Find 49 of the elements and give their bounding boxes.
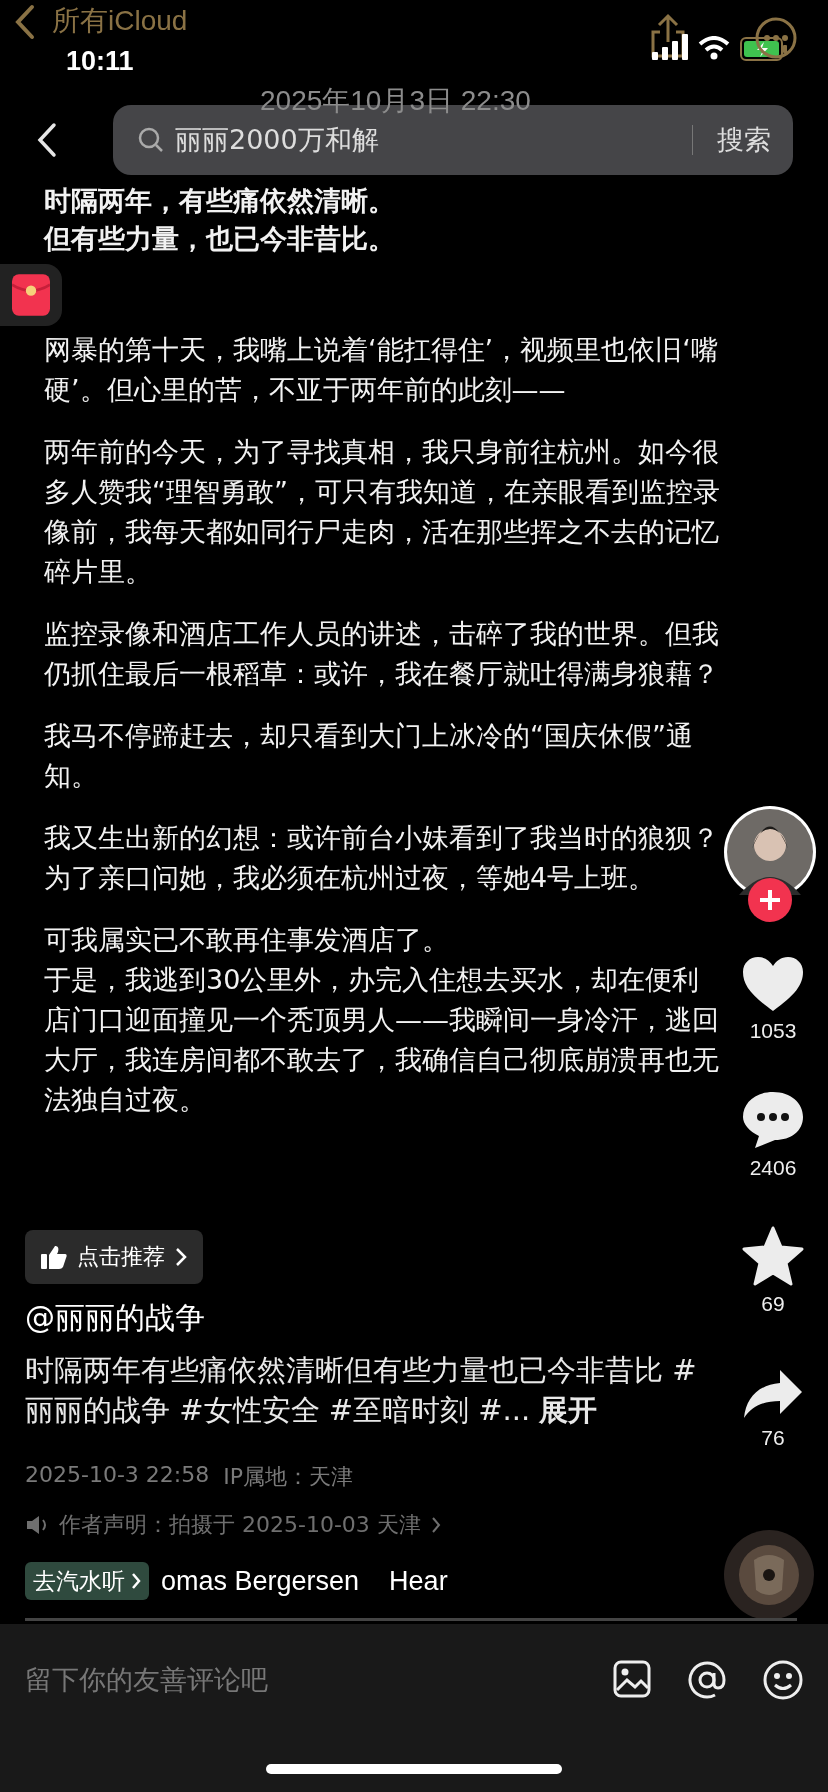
envelope-panel[interactable] <box>0 264 62 326</box>
status-time: 10:11 <box>66 46 134 77</box>
paragraph-text: 两年前的今天，为了寻找真相，我只身前往杭州。如今很多人赞我“理智勇敢”，可只有我知道，在亲眼看到监控录像前，我每天都如同行尸走肉，活在那些挥之不去的记忆碎片里。 <box>44 435 720 589</box>
battery-icon <box>740 36 788 62</box>
paragraph-text: 网暴的第十天，我嘴上说着‘能扛得住’，视频里也依旧‘嘴硬’。但心里的苦，不亚于两年前的此刻—— <box>44 333 719 407</box>
comment-input[interactable]: 留下你的友善评论吧 <box>25 1660 577 1700</box>
back-link[interactable]: 所有iCloud <box>52 2 188 40</box>
expand-link[interactable]: 展开 <box>539 1393 598 1427</box>
action-count: 76 <box>761 1426 785 1450</box>
paragraph-text: 我又生出新的幻想：或许前台小妹看到了我当时的狼狈？为了亲口问她，我必须在杭州过夜，等她4号上班。 <box>44 821 720 895</box>
recommend-chip[interactable]: 点击推荐 <box>25 1230 203 1284</box>
emoji-icon[interactable] <box>763 1660 803 1700</box>
action-count: 1053 <box>749 1019 797 1043</box>
thumbs-up-icon <box>41 1245 67 1269</box>
follow-plus-icon[interactable] <box>748 878 792 922</box>
mention-icon[interactable] <box>687 1660 727 1700</box>
star-icon[interactable] <box>742 1226 804 1286</box>
paragraph-text: 于是，我逃到30公里外，办完入住想去买水，却在便利店门口迎面撞见一个秃顶男人——我瞬间一身冷汗，逃回大厅，我连房间都不敢去了，我确信自己彻底崩溃再也无法独自过夜。 <box>44 963 720 1117</box>
speaker-icon <box>25 1514 49 1536</box>
signal-icon <box>652 34 690 60</box>
music-title[interactable]: omas Bergersen Hear <box>161 1565 448 1597</box>
author-statement[interactable]: 作者声明：拍摄于 2025-10-03 天津 <box>59 1510 421 1540</box>
share-arrow-icon[interactable] <box>742 1368 804 1420</box>
ip-location: IP属地：天津 <box>223 1463 353 1491</box>
paragraph-text: 可我属实已不敢再住事发酒店了。 <box>44 923 450 957</box>
description-text: 时隔两年有些痛依然清晰但有些力量也已今非昔比 #丽丽的战争 #女性安全 #至暗时刻 #... 展开 <box>25 1352 698 1429</box>
search-button[interactable]: 搜索 <box>703 122 771 158</box>
author-name[interactable]: @丽丽的战争 <box>25 1298 205 1339</box>
back-icon[interactable] <box>36 122 58 158</box>
chevron-icon <box>430 1516 441 1534</box>
chevron-icon <box>175 1247 187 1267</box>
action-count: 69 <box>761 1292 785 1316</box>
paragraph-text: 我马不停蹄赶去，却只看到大门上冰冷的“国庆休假”通知。 <box>44 719 694 793</box>
music-disc-icon[interactable] <box>724 1530 814 1620</box>
music-app-chip[interactable]: 去汽水听 <box>25 1562 149 1600</box>
comment-icon[interactable] <box>741 1090 805 1150</box>
heart-icon[interactable] <box>741 955 805 1013</box>
search-icon <box>137 126 165 154</box>
paragraph-text: 但有些力量，也已今非昔比。 <box>44 222 396 256</box>
paragraph-text: 时隔两年，有些痛依然清晰。 <box>44 184 396 218</box>
envelope-icon[interactable] <box>12 274 50 316</box>
image-icon[interactable] <box>613 1660 651 1698</box>
action-count: 2406 <box>749 1156 797 1180</box>
more-icon[interactable] <box>754 16 798 60</box>
wifi-icon <box>698 36 730 60</box>
chevron-icon <box>131 1572 141 1590</box>
post-time: 2025-10-3 22:58 <box>25 1462 210 1489</box>
paragraph-text: 监控录像和酒店工作人员的讲述，击碎了我的世界。但我仍抓住最后一根稻草：或许，我在餐厅就吐得满身狼藉？ <box>44 617 720 691</box>
progress-track[interactable] <box>25 1618 797 1621</box>
